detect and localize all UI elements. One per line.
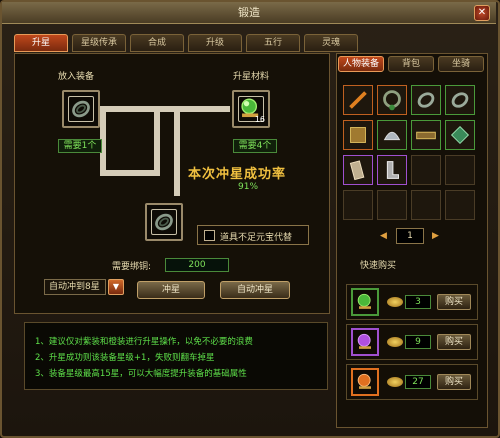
star-stone-icon	[357, 293, 371, 309]
bracer-icon	[349, 160, 365, 181]
connector-pipe	[100, 106, 230, 112]
tip-line: 1、建议仅对紫装和橙装进行升星操作，以免不必要的浪费	[35, 337, 253, 347]
inventory-slot[interactable]	[343, 85, 373, 115]
substitute-checkbox[interactable]	[204, 230, 215, 241]
quick-item-slot[interactable]	[351, 328, 379, 356]
bracelet-icon	[417, 92, 435, 108]
auto-star-button[interactable]: 自动冲星	[220, 281, 290, 299]
gold-ingot-icon	[387, 297, 403, 307]
close-icon: ✕	[477, 7, 487, 18]
belt-icon	[416, 131, 436, 140]
tip-line: 2、升星成功则该装备星级+1，失败则翻车掉星	[35, 353, 215, 363]
inventory-slot[interactable]	[377, 155, 407, 185]
quick-item-slot[interactable]	[351, 368, 379, 396]
tab-star-inherit[interactable]: 星级传承	[72, 34, 126, 52]
auto-target-select[interactable]: 自动冲到8星	[44, 279, 106, 295]
material-need-tag: 需要4个	[233, 139, 277, 153]
tab-soul[interactable]: 灵魂	[304, 34, 358, 52]
connector-pipe	[154, 112, 160, 176]
boots-icon	[386, 161, 399, 179]
tip-line: 3、装备星级最高15星，可以大幅度提升装备的基础属性	[35, 369, 247, 379]
inventory-slot[interactable]	[411, 85, 441, 115]
inventory-slot[interactable]	[445, 120, 475, 150]
quick-buy-row: 9 购买	[346, 324, 478, 360]
helmet-icon	[383, 131, 401, 141]
close-button[interactable]: ✕	[474, 5, 490, 21]
substitute-option[interactable]: 道具不足元宝代替	[197, 225, 309, 245]
quick-buy-count[interactable]: 27	[405, 375, 431, 389]
quick-buy-count[interactable]: 3	[405, 295, 431, 309]
star-stone-icon	[357, 373, 371, 389]
inventory-slot[interactable]	[411, 190, 441, 220]
quick-buy-title: 快速购买	[360, 261, 397, 271]
gold-ingot-icon	[387, 377, 403, 387]
next-page-icon[interactable]: ▶	[432, 231, 439, 241]
buy-button[interactable]: 购买	[437, 334, 471, 350]
connector-pipe	[100, 170, 160, 176]
equip-need-tag: 需要1个	[58, 139, 102, 153]
material-slot[interactable]: 16	[232, 90, 270, 128]
window-title: 锻造	[238, 6, 260, 19]
substitute-label: 道具不足元宝代替	[220, 233, 293, 243]
cost-value: 200	[165, 258, 229, 272]
quick-buy-row: 3 购买	[346, 284, 478, 320]
tab-five-elements[interactable]: 五行	[246, 34, 300, 52]
window-titlebar: 锻造 ✕	[2, 2, 496, 24]
buy-button[interactable]: 购买	[437, 294, 471, 310]
equip-slot-label: 放入装备	[58, 72, 95, 82]
tab-mount[interactable]: 坐骑	[438, 56, 484, 72]
quick-item-slot[interactable]	[351, 288, 379, 316]
quick-buy-row: 27 购买	[346, 364, 478, 400]
inventory-slot[interactable]	[343, 120, 373, 150]
tab-level-up[interactable]: 升级	[188, 34, 242, 52]
page-number: 1	[396, 228, 424, 244]
armor-icon	[350, 127, 366, 143]
equip-slot[interactable]	[62, 90, 100, 128]
cost-label: 需要绑铜:	[112, 262, 152, 272]
inventory-slot[interactable]	[445, 155, 475, 185]
staff-icon	[349, 91, 367, 109]
tab-backpack[interactable]: 背包	[388, 56, 434, 72]
gem-icon	[450, 125, 470, 145]
gold-ingot-icon	[387, 337, 403, 347]
material-count: 16	[254, 115, 265, 124]
connector-pipe	[174, 106, 180, 196]
tips-box: 1、建议仅对紫装和橙装进行升星操作，以免不必要的浪费 2、升星成功则该装备星级+…	[24, 322, 328, 390]
inventory-slot[interactable]	[411, 155, 441, 185]
inventory-slot[interactable]	[445, 190, 475, 220]
necklace-icon	[383, 90, 401, 111]
success-rate-value: 91%	[238, 182, 259, 192]
inventory-slot[interactable]	[377, 85, 407, 115]
bracelet-icon	[72, 100, 90, 118]
inventory-slot[interactable]	[377, 120, 407, 150]
star-up-button[interactable]: 冲星	[137, 281, 205, 299]
chevron-down-icon[interactable]: ▼	[108, 279, 124, 295]
inventory-slot[interactable]	[377, 190, 407, 220]
star-stone-icon	[357, 333, 371, 349]
inventory-slot[interactable]	[445, 85, 475, 115]
result-slot[interactable]	[145, 203, 183, 241]
quick-buy-count[interactable]: 9	[405, 335, 431, 349]
tab-character-equip[interactable]: 人物装备	[338, 56, 384, 72]
tab-upgrade-star[interactable]: 升星	[14, 34, 68, 52]
bracelet-icon	[451, 92, 469, 108]
buy-button[interactable]: 购买	[437, 374, 471, 390]
material-slot-label: 升星材料	[233, 72, 270, 82]
inventory-slot[interactable]	[343, 155, 373, 185]
inventory-slot[interactable]	[411, 120, 441, 150]
inventory-slot[interactable]	[343, 190, 373, 220]
bracelet-icon	[155, 213, 173, 231]
tab-compose[interactable]: 合成	[130, 34, 184, 52]
success-rate-title: 本次冲星成功率	[188, 167, 287, 182]
prev-page-icon[interactable]: ◀	[380, 231, 387, 241]
